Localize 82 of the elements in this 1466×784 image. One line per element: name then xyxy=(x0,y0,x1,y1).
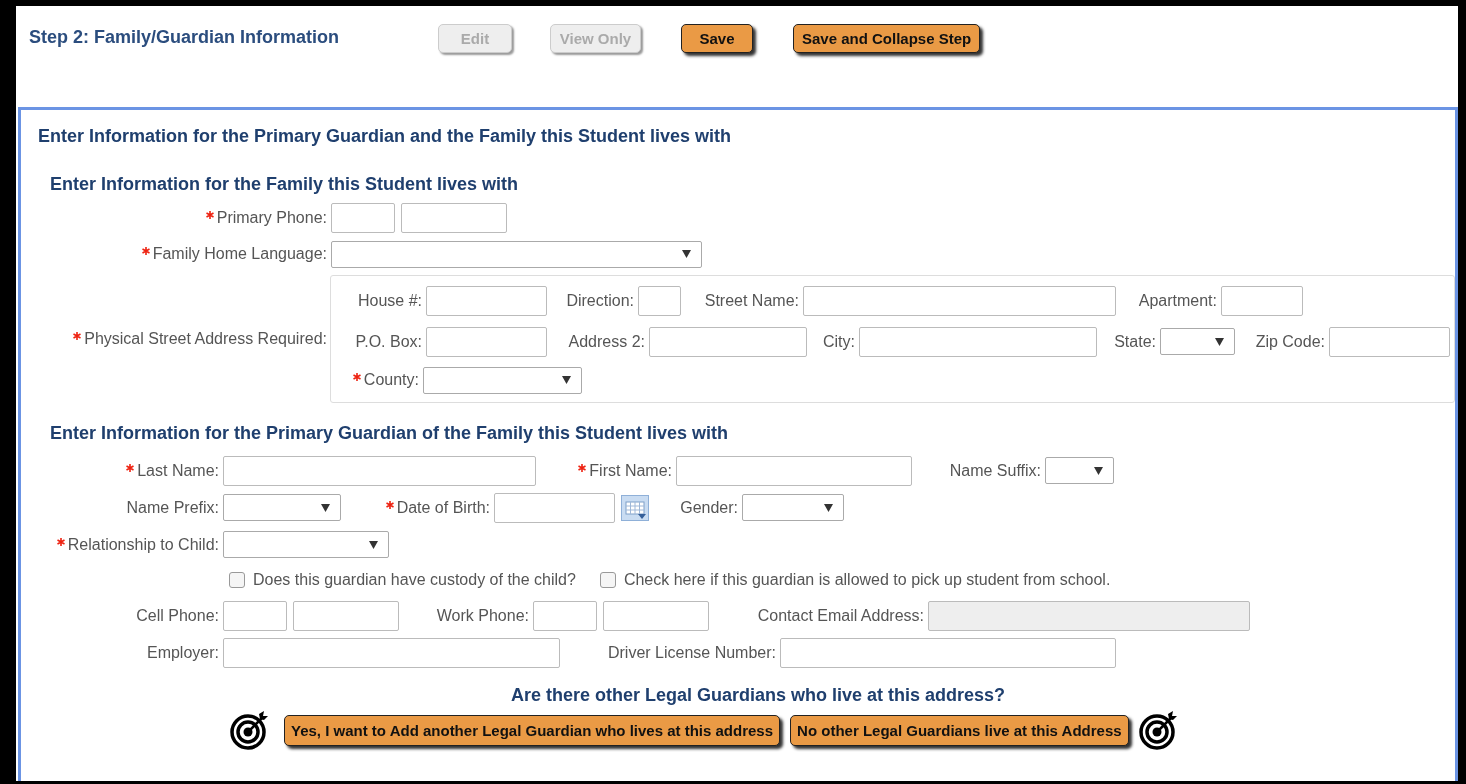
caret-icon xyxy=(1215,337,1224,346)
dropdown-field[interactable] xyxy=(742,494,844,521)
step-title: Step 2: Family/Guardian Information xyxy=(29,26,341,48)
text-field[interactable] xyxy=(223,637,560,668)
caret-icon xyxy=(562,376,571,384)
dropdown-field[interactable] xyxy=(1160,328,1235,355)
field-label: Name Prefix: xyxy=(125,498,220,517)
dropdown-field[interactable] xyxy=(223,494,341,521)
field-label: County: xyxy=(339,371,423,389)
field-label: Street Name: xyxy=(703,291,800,310)
phone-number-field[interactable] xyxy=(603,600,709,631)
dropdown-field[interactable] xyxy=(1045,457,1114,484)
step-button[interactable]: Save xyxy=(681,24,753,53)
text-field[interactable] xyxy=(223,455,536,486)
field-label: State: xyxy=(1113,332,1157,351)
text-field[interactable] xyxy=(649,326,807,357)
area-code-field[interactable] xyxy=(331,203,395,233)
field-label: City: xyxy=(822,332,856,351)
required-icon xyxy=(56,537,65,546)
calendar-icon[interactable] xyxy=(621,494,649,521)
required-icon xyxy=(141,247,150,255)
field-label: Direction: xyxy=(565,291,635,310)
text-field[interactable] xyxy=(1221,285,1303,316)
checkbox-label: Check here if this guardian is allowed to pick up student from school. xyxy=(623,571,1111,589)
area-code-field[interactable] xyxy=(533,600,597,631)
panel-title: Enter Information for the Primary Guardian and the Family this Student lives with xyxy=(37,125,733,147)
text-field[interactable] xyxy=(859,326,1097,357)
caret-icon xyxy=(1094,466,1103,475)
field-label: Gender: xyxy=(679,498,739,517)
text-field[interactable] xyxy=(803,285,1116,316)
field-label: Physical Street Address Required: xyxy=(21,330,331,348)
field-label: Employer: xyxy=(145,643,220,662)
caret-icon xyxy=(824,503,833,512)
field-label: Work Phone: xyxy=(435,606,530,625)
date-field[interactable] xyxy=(494,492,615,523)
required-icon xyxy=(385,500,394,509)
field-label: Last Name: xyxy=(21,461,223,480)
field-label: Zip Code: xyxy=(1254,332,1326,351)
field-label: Contact Email Address: xyxy=(756,606,925,625)
required-icon xyxy=(205,211,214,219)
field-label: Family Home Language: xyxy=(21,245,331,263)
dropdown-field[interactable] xyxy=(423,366,582,394)
phone-number-field[interactable] xyxy=(293,600,399,631)
field-label: Name Suffix: xyxy=(948,461,1042,480)
field-label: Cell Phone: xyxy=(135,606,220,625)
section-heading: Enter Information for the Family this Student lives with xyxy=(49,173,520,196)
target-icon xyxy=(1138,710,1179,750)
caret-icon xyxy=(682,250,691,258)
text-field[interactable] xyxy=(780,637,1116,668)
question-text: Are there other Legal Guardians who live at this address? xyxy=(509,685,1007,706)
required-icon xyxy=(578,463,587,472)
text-field[interactable] xyxy=(676,455,912,486)
field-label: House #: xyxy=(356,291,423,310)
checkbox-label: Does this guardian have custody of the child? xyxy=(253,571,576,589)
field-label: Apartment: xyxy=(1137,291,1218,310)
target-icon xyxy=(230,710,270,750)
field-label: Address 2: xyxy=(567,332,646,351)
dropdown-field[interactable] xyxy=(331,240,702,268)
required-icon xyxy=(73,332,82,340)
text-field[interactable] xyxy=(638,285,681,316)
caret-icon xyxy=(369,540,378,549)
dropdown-field[interactable] xyxy=(223,531,389,558)
section-heading: Enter Information for the Primary Guardian of the Family this Student lives with xyxy=(49,422,730,445)
phone-number-field[interactable] xyxy=(401,203,507,233)
text-field[interactable] xyxy=(426,285,547,316)
step-button[interactable]: Save and Collapse Step xyxy=(793,24,981,53)
field-label: P.O. Box: xyxy=(354,332,423,351)
text-field[interactable] xyxy=(426,326,547,357)
field-label: Relationship to Child: xyxy=(21,535,223,554)
checkbox[interactable] xyxy=(229,572,245,588)
checkbox[interactable] xyxy=(599,572,616,588)
text-field[interactable] xyxy=(1329,326,1450,357)
field-label: Date of Birth: xyxy=(341,498,494,517)
required-icon xyxy=(352,373,361,381)
answer-button[interactable]: No other Legal Guardians live at this Address xyxy=(790,714,1129,746)
field-label: First Name: xyxy=(536,461,676,480)
area-code-field[interactable] xyxy=(223,600,287,631)
caret-icon xyxy=(321,503,330,512)
required-icon xyxy=(126,463,135,472)
field-label: Primary Phone: xyxy=(21,209,331,227)
answer-button[interactable]: Yes, I want to Add another Legal Guardian who lives at this address xyxy=(284,714,781,746)
field-label: Driver License Number: xyxy=(606,643,777,662)
